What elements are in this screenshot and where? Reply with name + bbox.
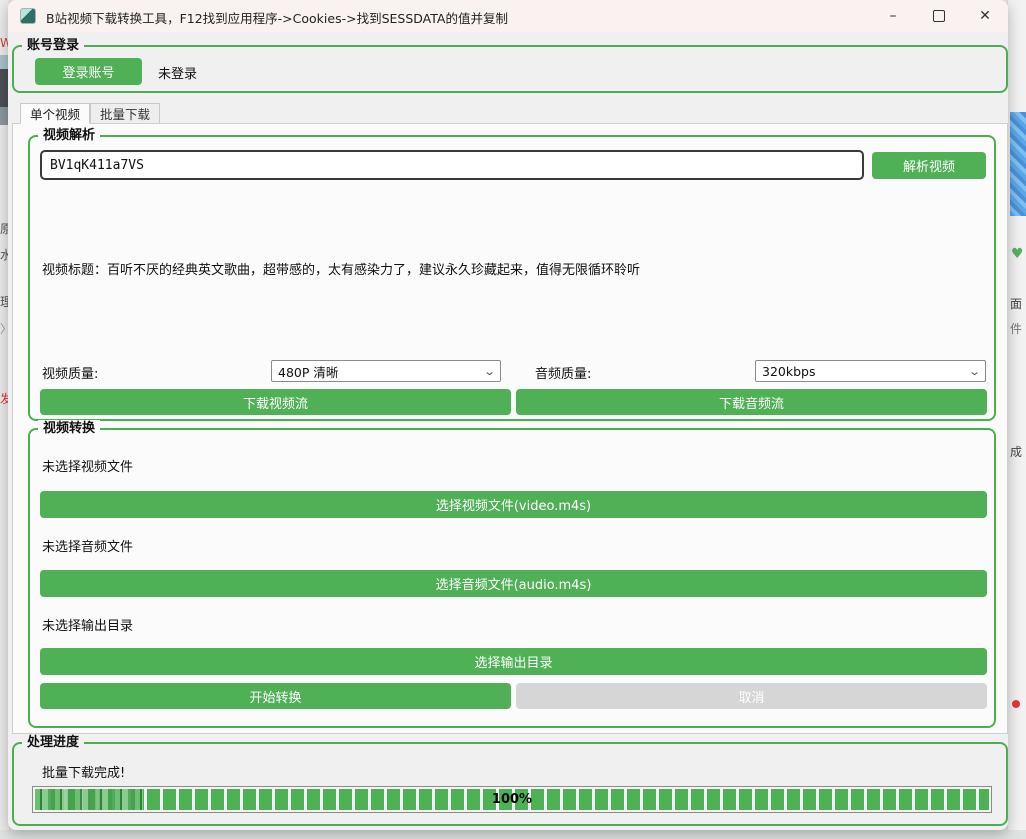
- tab-single-video[interactable]: 单个视频: [20, 103, 90, 124]
- convert-group: 视频转换 未选择视频文件 选择视频文件(video.m4s) 未选择音频文件 选…: [28, 428, 996, 728]
- download-video-button[interactable]: 下载视频流: [40, 389, 511, 415]
- video-id-input[interactable]: [40, 150, 864, 180]
- minimize-icon: –: [890, 8, 897, 24]
- app-window: B站视频下载转换工具，F12找到应用程序->Cookies->找到SESSDAT…: [8, 0, 1008, 830]
- audio-quality-value: 320kbps: [762, 364, 815, 379]
- minimize-button[interactable]: –: [870, 0, 916, 32]
- login-button[interactable]: 登录账号: [35, 58, 142, 85]
- video-quality-label: 视频质量:: [42, 363, 98, 382]
- titlebar[interactable]: B站视频下载转换工具，F12找到应用程序->Cookies->找到SESSDAT…: [8, 0, 1008, 32]
- background-right-fragment: 面: [1010, 295, 1026, 312]
- chevron-down-icon: ⌄: [968, 365, 981, 378]
- video-quality-value: 480P 清晰: [278, 362, 338, 381]
- background-right-fragment: 成: [1010, 443, 1026, 460]
- download-audio-button[interactable]: 下载音频流: [516, 389, 987, 415]
- select-video-file-button[interactable]: 选择视频文件(video.m4s): [40, 491, 987, 518]
- chevron-down-icon: ⌄: [483, 365, 496, 378]
- progress-percent: 100%: [33, 787, 991, 812]
- parse-video-button[interactable]: 解析视频: [872, 152, 986, 179]
- select-output-dir-button[interactable]: 选择输出目录: [40, 648, 987, 675]
- convert-group-title: 视频转换: [38, 420, 100, 438]
- audio-quality-label: 音频质量:: [535, 363, 591, 382]
- background-window-right: ♥ 面 件 成: [1007, 0, 1026, 839]
- video-quality-select[interactable]: 480P 清晰 ⌄: [271, 360, 501, 382]
- close-icon: ✕: [979, 8, 991, 24]
- video-title-text: 视频标题：百听不厌的经典英文歌曲，超带感的，太有感染力了，建议永久珍藏起来，值得…: [42, 259, 982, 278]
- background-right-fragment: 件: [1010, 320, 1026, 337]
- background-strip-bottom: [0, 830, 1026, 839]
- progress-group: 处理进度 批量下载完成! 100%: [12, 742, 1008, 826]
- start-convert-button[interactable]: 开始转换: [40, 683, 511, 709]
- progress-bar: 100%: [32, 786, 992, 813]
- window-title: B站视频下载转换工具，F12找到应用程序->Cookies->找到SESSDAT…: [46, 8, 508, 27]
- progress-status: 批量下载完成!: [42, 762, 125, 781]
- maximize-icon: [933, 10, 945, 22]
- screen: W 原 水 理 〉 发 ♥ 面 件 成 B站视频下载转换工具，F12找到应用程序…: [0, 0, 1026, 839]
- parse-group: 视频解析 解析视频 视频标题：百听不厌的经典英文歌曲，超带感的，太有感染力了，建…: [28, 135, 996, 421]
- output-dir-status: 未选择输出目录: [42, 615, 133, 634]
- maximize-button[interactable]: [916, 0, 962, 32]
- close-button[interactable]: ✕: [962, 0, 1008, 32]
- cancel-button[interactable]: 取消: [516, 683, 987, 709]
- progress-group-title: 处理进度: [22, 734, 84, 752]
- heart-icon: ♥: [1011, 246, 1024, 262]
- login-group-title: 账号登录: [22, 37, 84, 55]
- audio-quality-select[interactable]: 320kbps ⌄: [755, 360, 986, 382]
- audio-file-status: 未选择音频文件: [42, 536, 133, 555]
- login-status: 未登录: [158, 63, 197, 82]
- tab-batch-download[interactable]: 批量下载: [90, 103, 160, 124]
- login-group: 账号登录 登录账号 未登录: [12, 45, 1008, 93]
- background-red-dot: [1012, 700, 1020, 708]
- select-audio-file-button[interactable]: 选择音频文件(audio.m4s): [40, 570, 987, 597]
- parse-group-title: 视频解析: [38, 127, 100, 145]
- app-icon: [20, 8, 36, 24]
- video-file-status: 未选择视频文件: [42, 456, 133, 475]
- background-right-image: [1010, 112, 1026, 216]
